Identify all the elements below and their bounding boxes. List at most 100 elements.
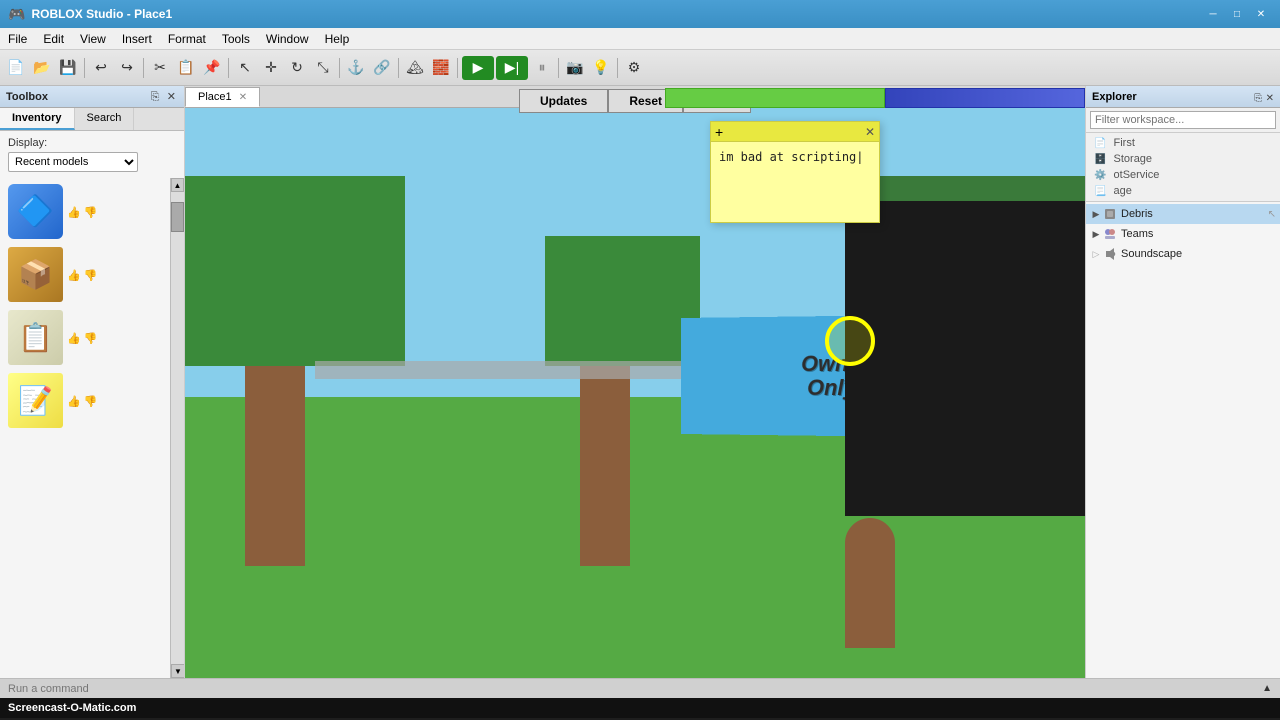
model-rating-3: 👍 👎 <box>67 332 97 345</box>
tree-item-debris[interactable]: ▶ Debris ↖ <box>1086 204 1280 224</box>
menu-format[interactable]: Format <box>160 30 214 48</box>
tree-item-soundscape[interactable]: ▷ Soundscape <box>1086 244 1280 264</box>
statusbar-expand-icon[interactable]: ▲ <box>1262 683 1272 694</box>
toolbar-undo-button[interactable]: ↩ <box>89 56 113 80</box>
display-dropdown[interactable]: Recent models My models Free models <box>8 152 138 172</box>
tree-trunk-center <box>580 366 630 566</box>
toolbox-close-button[interactable]: ✕ <box>165 90 178 103</box>
model-item-2[interactable]: 📦 👍 👎 <box>0 241 184 304</box>
menu-edit[interactable]: Edit <box>35 30 72 48</box>
thumbdown-3[interactable]: 👎 <box>84 332 98 345</box>
thumbup-3[interactable]: 👍 <box>67 332 81 345</box>
toolbar-sep-2 <box>143 58 144 78</box>
explorer-close-button[interactable]: ✕ <box>1266 93 1274 104</box>
tree-expand-teams[interactable]: ▶ <box>1090 228 1102 240</box>
tree-expand-debris[interactable]: ▶ <box>1090 208 1102 220</box>
script-popup-add-icon[interactable]: + <box>715 124 723 140</box>
tree-icon-soundscape <box>1102 246 1118 262</box>
game-buttons: Updates Reset Help <box>185 86 1085 116</box>
3d-scene[interactable]: OwnerOnly! <box>185 116 1085 678</box>
thumbup-4[interactable]: 👍 <box>67 395 81 408</box>
explorer-popup-first[interactable]: 📄 First <box>1086 135 1280 151</box>
explorer-age-icon: 📃 <box>1094 186 1106 197</box>
model-rating-4: 👍 👎 <box>67 395 97 408</box>
window-controls: ─ □ ✕ <box>1202 5 1272 23</box>
tree-icon-teams <box>1102 226 1118 242</box>
script-popup-close-button[interactable]: ✕ <box>865 125 875 139</box>
tree-trunk-left <box>245 366 305 566</box>
scrollbar-thumb[interactable] <box>171 202 184 232</box>
thumbup-2[interactable]: 👍 <box>67 269 81 282</box>
toolbox-undock-button[interactable]: ⎘ <box>149 91 162 104</box>
thumbup-1[interactable]: 👍 <box>67 206 81 219</box>
tree-label-teams: Teams <box>1121 228 1153 240</box>
explorer-storage-label: Storage <box>1114 153 1153 165</box>
toolbar-move-button[interactable]: ✛ <box>259 56 283 80</box>
light-button[interactable]: 💡 <box>589 56 613 80</box>
pause-button[interactable]: ⏸ <box>530 56 554 80</box>
model-thumb-4: 📝 <box>8 373 63 428</box>
toolbar-save-button[interactable]: 💾 <box>56 56 80 80</box>
tab-inventory[interactable]: Inventory <box>0 108 75 130</box>
menu-window[interactable]: Window <box>258 30 317 48</box>
scrollbar-up-arrow[interactable]: ▲ <box>171 178 184 192</box>
toolbar-paste-button[interactable]: 📌 <box>200 56 224 80</box>
toolbar-cut-button[interactable]: ✂ <box>148 56 172 80</box>
toolbar-scale-button[interactable]: ⤡ <box>311 56 335 80</box>
explorer-popup-storage[interactable]: 🗄️ Storage <box>1086 151 1280 167</box>
thumbdown-1[interactable]: 👎 <box>84 206 98 219</box>
toolbar-terrain-button[interactable]: 🏔 <box>403 56 427 80</box>
restore-button[interactable]: □ <box>1226 5 1248 23</box>
script-popup-content[interactable]: im bad at scripting| <box>711 142 879 222</box>
model-item-3[interactable]: 📋 👍 👎 <box>0 304 184 367</box>
toolbar-rotate-button[interactable]: ↻ <box>285 56 309 80</box>
updates-button[interactable]: Updates <box>519 89 608 113</box>
toolbar-redo-button[interactable]: ↪ <box>115 56 139 80</box>
explorer-search-area <box>1086 108 1280 133</box>
toolbox-tabs: Inventory Search <box>0 108 184 131</box>
explorer-age-label: age <box>1114 185 1132 197</box>
toolbar-anchor-button[interactable]: ⚓ <box>344 56 368 80</box>
right-green-top <box>845 176 1085 201</box>
toolbar-open-button[interactable]: 📂 <box>30 56 54 80</box>
explorer-popup-otservice[interactable]: ⚙️ otService <box>1086 167 1280 183</box>
explorer-filter-input[interactable] <box>1090 111 1276 129</box>
tree-item-teams[interactable]: ▶ Teams <box>1086 224 1280 244</box>
play-button[interactable]: ▶ <box>462 56 494 80</box>
toolbar-part-button[interactable]: 🧱 <box>429 56 453 80</box>
menu-help[interactable]: Help <box>317 30 358 48</box>
menu-file[interactable]: File <box>0 30 35 48</box>
toolbar-weld-button[interactable]: 🔗 <box>370 56 394 80</box>
thumbdown-2[interactable]: 👎 <box>84 269 98 282</box>
command-input[interactable] <box>8 681 1262 697</box>
toolbar-sep-4 <box>339 58 340 78</box>
left-panel-scrollbar[interactable]: ▲ ▼ <box>170 178 184 678</box>
toolbar-new-button[interactable]: 📄 <box>4 56 28 80</box>
explorer-popup-age[interactable]: 📃 age <box>1086 183 1280 199</box>
explorer-header: Explorer ⎘ ✕ <box>1086 86 1280 108</box>
script-popup-header: + ✕ <box>711 122 879 142</box>
watermark-text: Screencast-O-Matic.com <box>8 702 136 714</box>
display-label: Display: <box>8 137 47 149</box>
tree-icon-debris <box>1102 206 1118 222</box>
model-item-1[interactable]: 🔷 👍 👎 <box>0 178 184 241</box>
play-here-button[interactable]: ▶| <box>496 56 528 80</box>
viewport: Place1 ✕ Updates Reset Help <box>185 86 1085 678</box>
menu-view[interactable]: View <box>72 30 114 48</box>
menu-insert[interactable]: Insert <box>114 30 160 48</box>
explorer-undock-button[interactable]: ⎘ <box>1254 93 1262 104</box>
tab-search[interactable]: Search <box>75 108 135 130</box>
close-button[interactable]: ✕ <box>1250 5 1272 23</box>
minimize-button[interactable]: ─ <box>1202 5 1224 23</box>
settings-button[interactable]: ⚙ <box>622 56 646 80</box>
menu-tools[interactable]: Tools <box>214 30 258 48</box>
toolbar-select-button[interactable]: ↖ <box>233 56 257 80</box>
cursor-icon: ↖ <box>1268 209 1276 220</box>
toolbar-copy-button[interactable]: 📋 <box>174 56 198 80</box>
model-item-4[interactable]: 📝 👍 👎 <box>0 367 184 430</box>
camera-button[interactable]: 📷 <box>563 56 587 80</box>
thumbdown-4[interactable]: 👎 <box>84 395 98 408</box>
tree-top-center <box>545 236 700 366</box>
tree-expand-soundscape[interactable]: ▷ <box>1090 248 1102 260</box>
scrollbar-down-arrow[interactable]: ▼ <box>171 664 184 678</box>
